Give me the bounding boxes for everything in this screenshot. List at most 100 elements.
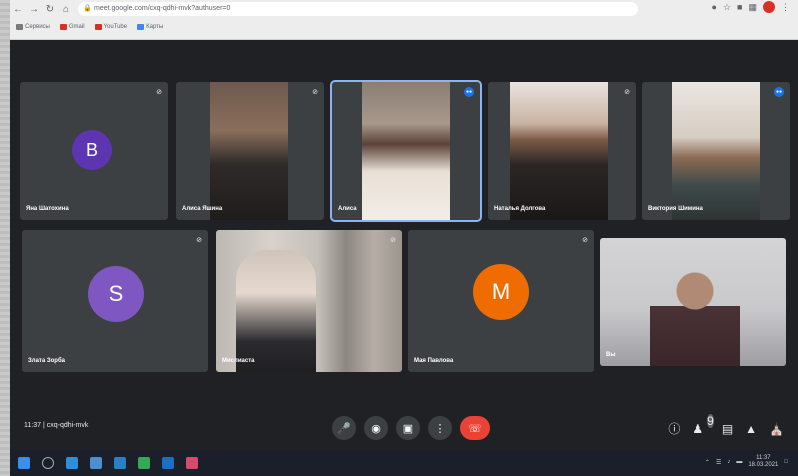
bookmark-star-icon[interactable]: ☆ [723,2,731,13]
participant-tile[interactable]: M ⊘ Мая Павлова [408,230,594,372]
bookmarks-bar: Сервисы Gmail YouTube Карты [10,19,798,35]
reading-list-icon[interactable]: ▦ [748,2,757,13]
mic-off-icon: ⊘ [196,237,202,244]
clock-time: 11:37 [756,455,771,461]
extensions-icon[interactable]: ■ [737,2,742,12]
separator: | [42,422,45,429]
leave-call-button[interactable]: ☏ [460,416,490,440]
participant-name: Наталья Долгова [494,206,546,212]
edge-icon[interactable] [66,457,78,469]
app-icon[interactable] [186,457,198,469]
mic-off-icon: ⊘ [582,237,588,244]
bookmark-label: Gmail [68,24,85,30]
menu-icon[interactable]: ⋮ [781,2,790,13]
url-text: meet.google.com/cxq-qdhi-mvk?authuser=0 [94,5,231,12]
mic-off-icon: ⊘ [156,89,162,96]
host-controls-icon[interactable]: ⛪ [769,422,784,436]
camera-toggle-button[interactable]: ◉ [364,416,388,440]
mic-off-icon: ⊘ [624,89,630,96]
bookmark-services[interactable]: Сервисы [16,24,50,30]
volume-icon[interactable]: ♪ [727,459,730,465]
address-bar[interactable]: 🔒 meet.google.com/cxq-qdhi-mvk?authuser=… [78,2,638,16]
info-icon[interactable]: ⓘ [668,420,680,437]
chrome-icon[interactable] [138,457,150,469]
home-icon[interactable]: ⌂ [58,1,74,17]
gmail-icon [59,24,67,30]
bookmark-label: Карты [146,24,164,30]
forward-icon[interactable]: → [26,1,42,17]
speaking-icon: ●● [464,87,474,97]
taskbar: ⌃ ☰ ♪ ▬ 11:37 18.03.2021 □ [10,450,798,476]
activities-icon[interactable]: ▲ [745,422,757,436]
avatar: M [473,264,529,320]
store-icon[interactable] [114,457,126,469]
participant-tile[interactable]: S ⊘ Злата Зорба [22,230,208,372]
youtube-icon [94,24,102,30]
toolbar-icons: ● ☆ ■ ▦ ⋮ [712,1,790,13]
bookmark-youtube[interactable]: YouTube [94,24,128,30]
screen: ← → ↻ ⌂ 🔒 meet.google.com/cxq-qdhi-mvk?a… [0,0,798,476]
mic-off-icon: ⊘ [312,89,318,96]
meeting-controls: 11:37 | cxq-qdhi-mvk 🎤 ◉ ▣ ⋮ ☏ ⓘ ♟9 ▤ ▲ … [10,404,798,450]
participant-name: Алиса Яшина [182,206,223,212]
video-feed [362,82,450,220]
bookmark-maps[interactable]: Карты [137,24,163,30]
video-feed [510,82,608,220]
chat-icon[interactable]: ▤ [722,422,733,436]
apps-icon [16,24,23,30]
video-feed [210,82,288,220]
present-button[interactable]: ▣ [396,416,420,440]
participant-name: Злата Зорба [28,358,65,364]
mic-toggle-button[interactable]: 🎤 [332,416,356,440]
clock[interactable]: 11:37 18.03.2021 [748,455,778,469]
participants-count: 9 [707,413,714,428]
search-icon[interactable] [42,457,54,469]
clock-date: 18.03.2021 [748,462,779,468]
maps-icon [137,24,145,30]
camera-indicator-icon[interactable]: ● [712,2,717,12]
more-options-button[interactable]: ⋮ [428,416,452,440]
meeting-area: B ⊘ Яна Шатохина ⊘ Алиса Яшина ●● Алиса … [10,40,798,450]
task-view-icon[interactable] [90,457,102,469]
participant-tile[interactable]: ●● Виктория Шимина [642,82,790,220]
speaking-icon: ●● [774,87,784,97]
avatar: S [88,266,144,322]
meeting-time: 11:37 [24,422,41,429]
main-controls: 🎤 ◉ ▣ ⋮ ☏ [332,416,490,440]
meeting-code[interactable]: cxq-qdhi-mvk [47,422,89,429]
network-icon[interactable]: ☰ [716,459,721,466]
video-feed [672,82,760,220]
participants-icon[interactable]: ♟9 [692,413,714,436]
participant-name: Алиса [338,206,357,212]
bookmark-gmail[interactable]: Gmail [59,24,85,30]
meeting-details: 11:37 | cxq-qdhi-mvk [24,422,88,429]
participant-name: Виктория Шимина [648,206,703,212]
participant-name: Мислиаста [222,358,255,364]
participant-name: Яна Шатохина [26,206,69,212]
reload-icon[interactable]: ↻ [42,1,58,17]
person-silhouette [650,266,740,366]
desktop-edge [0,0,10,476]
participant-name: Мая Павлова [414,358,454,364]
bookmark-label: Сервисы [25,24,50,30]
start-icon[interactable] [18,457,30,469]
participant-tile[interactable]: ⊘ Алиса Яшина [176,82,324,220]
back-icon[interactable]: ← [10,1,26,17]
participant-name: Вы [606,352,616,358]
toolbar: ← → ↻ ⌂ 🔒 meet.google.com/cxq-qdhi-mvk?a… [10,0,798,18]
participant-tile[interactable]: ⊘ Мислиаста [216,230,402,372]
participant-tile[interactable]: Вы [600,238,786,366]
browser-chrome: ← → ↻ ⌂ 🔒 meet.google.com/cxq-qdhi-mvk?a… [10,0,798,40]
profile-avatar[interactable] [763,1,775,13]
tray-arrow-icon[interactable]: ⌃ [705,459,710,466]
word-icon[interactable] [162,457,174,469]
notifications-icon[interactable]: □ [784,459,788,465]
language-icon[interactable]: ▬ [736,459,742,465]
system-tray: ⌃ ☰ ♪ ▬ 11:37 18.03.2021 □ [705,455,788,469]
side-controls: ⓘ ♟9 ▤ ▲ ⛪ [668,413,784,437]
participant-tile[interactable]: ⊘ Наталья Долгова [488,82,636,220]
lock-icon: 🔒 [83,5,92,12]
participant-tile[interactable]: ●● Алиса [330,80,482,222]
bookmark-label: YouTube [103,24,128,30]
participant-tile[interactable]: B ⊘ Яна Шатохина [20,82,168,220]
